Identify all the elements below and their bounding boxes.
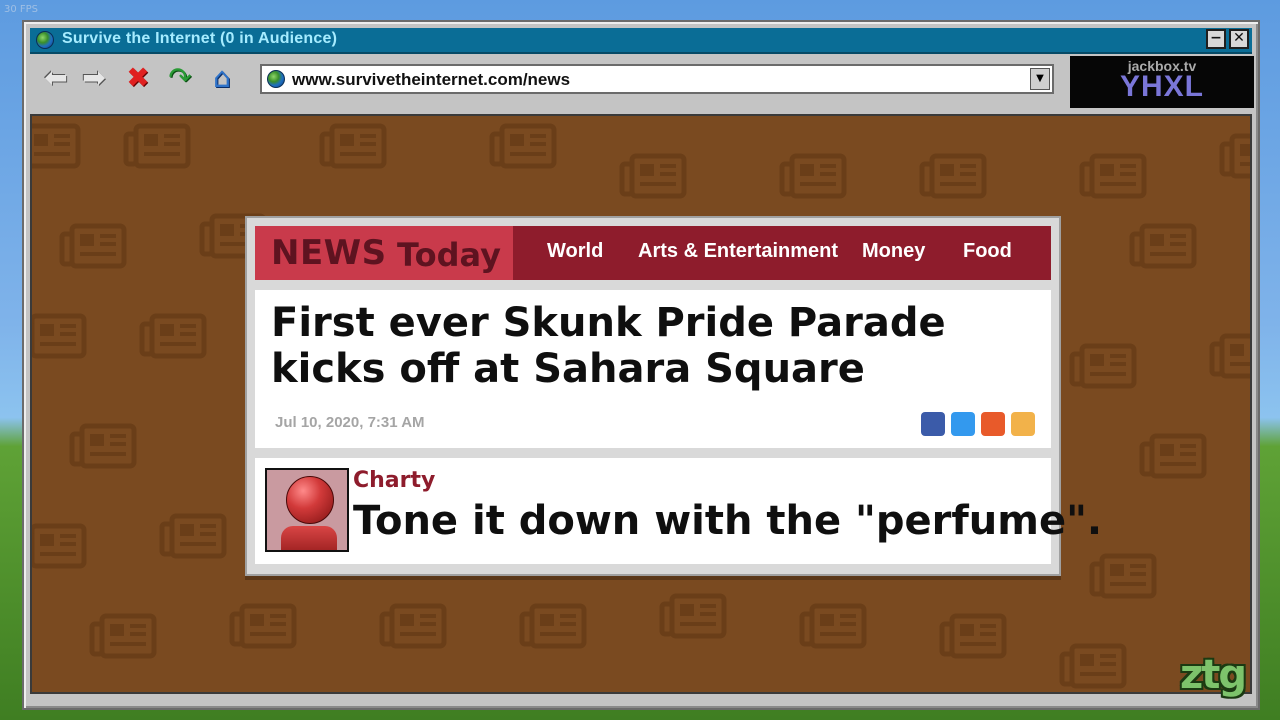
close-button[interactable]: ✕ (1229, 29, 1249, 49)
refresh-arrow-icon[interactable]: ↷ (164, 62, 196, 94)
share-reddit-icon[interactable] (981, 412, 1005, 436)
comment-author: Charty (353, 468, 436, 493)
url-text: www.survivetheinternet.com/news (292, 70, 571, 89)
browser-window: Survive the Internet (0 in Audience) − ✕… (22, 20, 1260, 710)
nav-arts-entertainment[interactable]: Arts & Entertainment (638, 240, 838, 263)
brand-news: NEWS (271, 233, 387, 273)
share-facebook-icon[interactable] (921, 412, 945, 436)
room-code: YHXL (1119, 70, 1204, 103)
news-nav-bar: NEWS Today World Arts & Entertainment Mo… (255, 226, 1051, 280)
comment-box: Charty Tone it down with the "perfume". (255, 458, 1102, 564)
globe-icon (267, 70, 285, 88)
fps-counter: 30 FPS (4, 4, 39, 15)
window-title: Survive the Internet (0 in Audience) (62, 30, 338, 47)
home-icon[interactable]: ⌂ (206, 62, 238, 94)
stop-x-icon[interactable]: ✖ (122, 62, 154, 94)
nav-food[interactable]: Food (963, 240, 1012, 263)
nav-money[interactable]: Money (862, 240, 925, 263)
page-content: NEWS Today World Arts & Entertainment Mo… (30, 114, 1252, 694)
minimize-button[interactable]: − (1206, 29, 1226, 49)
share-twitter-icon[interactable] (951, 412, 975, 436)
title-bar: Survive the Internet (0 in Audience) − ✕ (30, 28, 1252, 54)
nav-world[interactable]: World (547, 240, 603, 263)
headline-box: First ever Skunk Pride Parade kicks off … (255, 290, 1051, 448)
globe-icon (36, 31, 54, 49)
address-bar[interactable]: www.survivetheinternet.com/news ▼ (260, 64, 1054, 94)
avatar-head (286, 476, 334, 524)
forward-arrow-icon[interactable]: ➡ (78, 62, 110, 94)
news-brand[interactable]: NEWS Today (255, 226, 513, 280)
back-arrow-icon[interactable]: ⬅ (40, 62, 72, 94)
avatar (265, 468, 349, 552)
room-code-box: jackbox.tv YHXL (1070, 56, 1254, 108)
ztg-logo: ztg (1180, 652, 1247, 698)
avatar-body (281, 526, 337, 550)
share-email-icon[interactable] (1011, 412, 1035, 436)
article-date: Jul 10, 2020, 7:31 AM (275, 414, 425, 431)
dropdown-arrow-icon[interactable]: ▼ (1030, 68, 1050, 90)
toolbar: ⬅ ➡ ✖ ↷ ⌂ www.survivetheinternet.com/new… (30, 56, 1062, 100)
article-headline: First ever Skunk Pride Parade kicks off … (271, 300, 946, 392)
comment-text: Tone it down with the "perfume". (353, 498, 1103, 544)
brand-today: Today (397, 236, 501, 274)
news-article-card: NEWS Today World Arts & Entertainment Mo… (245, 216, 1102, 576)
